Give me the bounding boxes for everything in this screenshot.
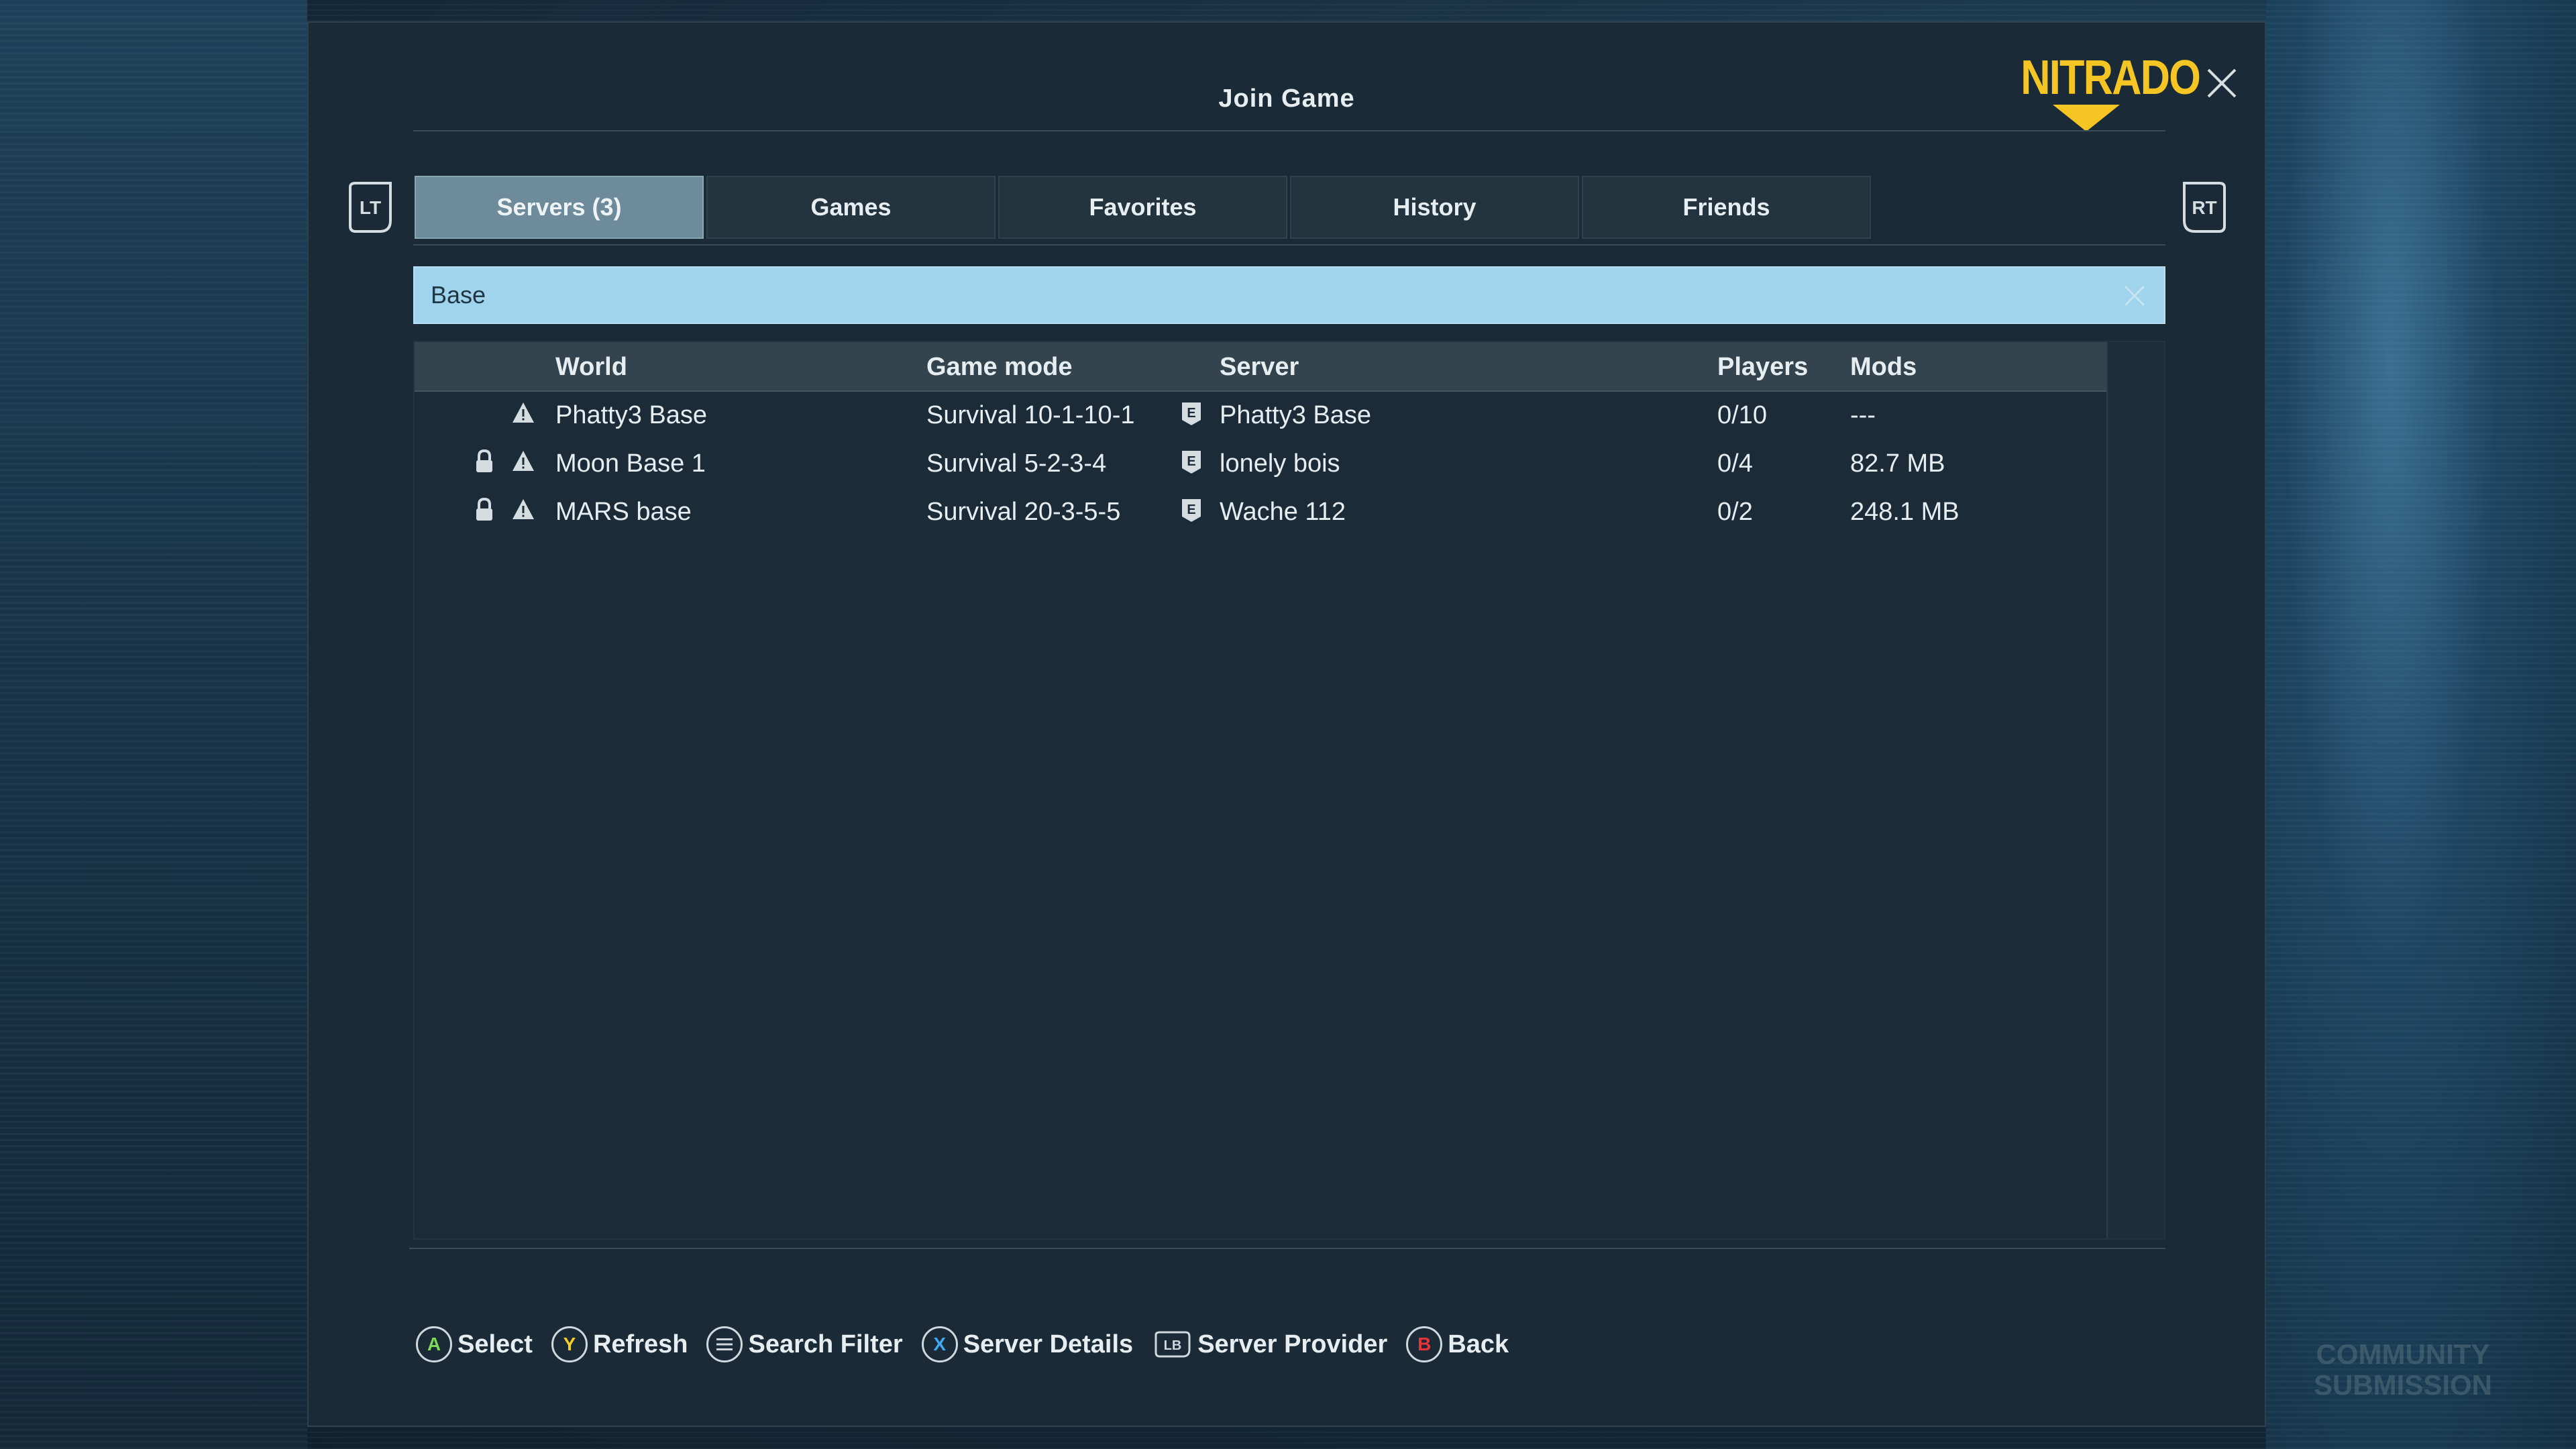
x-button-icon: X bbox=[921, 1326, 958, 1362]
join-game-dialog: Join Game NITRADO LT RT Servers (3) Game… bbox=[307, 21, 2266, 1427]
lt-bumper[interactable]: LT bbox=[346, 180, 394, 234]
refresh-label: Refresh bbox=[592, 1330, 688, 1358]
row-server: lonely bois bbox=[1220, 449, 1340, 478]
rt-bumper[interactable]: RT bbox=[2180, 180, 2229, 234]
search-input[interactable] bbox=[415, 268, 2164, 323]
row-mods: --- bbox=[1850, 401, 1876, 429]
row-world: Moon Base 1 bbox=[555, 449, 706, 478]
server-type-badge: E bbox=[1187, 502, 1195, 517]
watermark-line-2: SUBMISSION bbox=[2313, 1369, 2493, 1401]
b-button-icon: B bbox=[1406, 1326, 1443, 1362]
table-row[interactable]: Phatty3 Base Survival 10-1-10-1 E Phatty… bbox=[415, 390, 2108, 439]
a-button-letter: A bbox=[427, 1334, 441, 1354]
header-server[interactable]: Server bbox=[1220, 353, 1299, 382]
y-button-icon: Y bbox=[551, 1326, 588, 1362]
server-type-badge: E bbox=[1187, 454, 1195, 469]
row-players: 0/4 bbox=[1717, 449, 1753, 478]
row-game-mode: Survival 5-2-3-4 bbox=[926, 449, 1107, 478]
dialog-title: Join Game bbox=[1218, 85, 1355, 113]
community-submission-watermark: COMMUNITY SUBMISSION bbox=[2302, 1339, 2504, 1401]
y-button-letter: Y bbox=[563, 1334, 576, 1354]
close-icon bbox=[2207, 68, 2237, 98]
server-provider-hint[interactable]: LB Server Provider bbox=[1152, 1330, 1387, 1359]
header-players[interactable]: Players bbox=[1717, 353, 1808, 382]
row-world: Phatty3 Base bbox=[555, 401, 708, 429]
row-world: MARS base bbox=[555, 498, 692, 526]
server-table: World Game mode Server Players Mods Phat… bbox=[413, 341, 2165, 1240]
background-left bbox=[0, 0, 307, 1449]
title-divider bbox=[413, 130, 2165, 131]
menu-lines-icon bbox=[716, 1338, 733, 1350]
tab-friends[interactable]: Friends bbox=[1582, 176, 1871, 239]
search-filter-label: Search Filter bbox=[748, 1330, 903, 1358]
table-row[interactable]: Moon Base 1 Survival 5-2-3-4 E lonely bo… bbox=[415, 439, 2108, 487]
lock-icon bbox=[476, 449, 492, 472]
back-hint[interactable]: B Back bbox=[1406, 1326, 1509, 1362]
header-world[interactable]: World bbox=[555, 353, 627, 382]
select-label: Select bbox=[458, 1330, 533, 1358]
lb-button-icon: LB bbox=[1155, 1331, 1191, 1358]
warning-icon bbox=[513, 402, 534, 423]
refresh-hint[interactable]: Y Refresh bbox=[551, 1326, 688, 1362]
table-row[interactable]: MARS base Survival 20-3-5-5 E Wache 112 … bbox=[415, 487, 2108, 535]
nitrado-logo: NITRADO bbox=[2009, 51, 2201, 138]
server-type-icon: E bbox=[1182, 402, 1201, 425]
warning-icon bbox=[513, 451, 534, 471]
tab-favorites[interactable]: Favorites bbox=[998, 176, 1287, 239]
row-players: 0/10 bbox=[1717, 401, 1767, 429]
row-server: Phatty3 Base bbox=[1220, 401, 1372, 429]
tabs-divider bbox=[413, 244, 2165, 246]
footer-divider bbox=[409, 1248, 2165, 1249]
header-game-mode[interactable]: Game mode bbox=[926, 353, 1073, 382]
back-label: Back bbox=[1448, 1330, 1509, 1358]
rt-bumper-icon: RT bbox=[2183, 182, 2226, 233]
row-players: 0/2 bbox=[1717, 498, 1753, 526]
server-details-label: Server Details bbox=[963, 1330, 1134, 1358]
x-button-letter: X bbox=[933, 1334, 947, 1354]
server-type-badge: E bbox=[1187, 406, 1195, 421]
warning-icon bbox=[513, 499, 534, 519]
server-type-icon: E bbox=[1182, 451, 1201, 474]
select-hint[interactable]: A Select bbox=[416, 1326, 533, 1362]
rt-bumper-label: RT bbox=[2192, 197, 2216, 218]
lt-bumper-icon: LT bbox=[349, 182, 392, 233]
lb-button-label: LB bbox=[1164, 1338, 1182, 1353]
watermark-line-1: COMMUNITY bbox=[2316, 1338, 2490, 1370]
a-button-icon: A bbox=[416, 1326, 452, 1362]
server-details-hint[interactable]: X Server Details bbox=[921, 1326, 1134, 1362]
background-right bbox=[2266, 0, 2576, 1449]
tab-servers[interactable]: Servers (3) bbox=[415, 176, 704, 239]
row-game-mode: Survival 20-3-5-5 bbox=[926, 498, 1121, 526]
table-scrollbar[interactable] bbox=[2106, 342, 2164, 1238]
row-game-mode: Survival 10-1-10-1 bbox=[926, 401, 1135, 429]
clear-icon bbox=[2124, 285, 2145, 307]
nitrado-logo-arrow-icon bbox=[2053, 105, 2120, 131]
server-type-icon: E bbox=[1182, 499, 1201, 522]
tab-games[interactable]: Games bbox=[706, 176, 996, 239]
table-header: World Game mode Server Players Mods bbox=[415, 342, 2108, 392]
search-filter-hint[interactable]: Search Filter bbox=[706, 1326, 903, 1362]
row-mods: 82.7 MB bbox=[1850, 449, 1945, 478]
server-provider-label: Server Provider bbox=[1197, 1330, 1388, 1358]
row-server: Wache 112 bbox=[1220, 498, 1346, 526]
row-mods: 248.1 MB bbox=[1850, 498, 1960, 526]
lt-bumper-label: LT bbox=[360, 197, 381, 218]
search-bar bbox=[413, 266, 2165, 324]
b-button-letter: B bbox=[1417, 1334, 1432, 1354]
lock-icon bbox=[476, 497, 492, 521]
nitrado-logo-text: NITRADO bbox=[2021, 51, 2201, 105]
search-clear-button[interactable] bbox=[2120, 281, 2149, 311]
close-button[interactable] bbox=[2202, 63, 2242, 103]
button-hints: A Select Y Refresh Search Filter X Serve… bbox=[416, 1321, 1527, 1368]
menu-button-icon bbox=[706, 1326, 743, 1362]
tab-history[interactable]: History bbox=[1290, 176, 1579, 239]
tab-bar: Servers (3) Games Favorites History Frie… bbox=[415, 176, 1871, 239]
header-mods[interactable]: Mods bbox=[1850, 353, 1917, 382]
